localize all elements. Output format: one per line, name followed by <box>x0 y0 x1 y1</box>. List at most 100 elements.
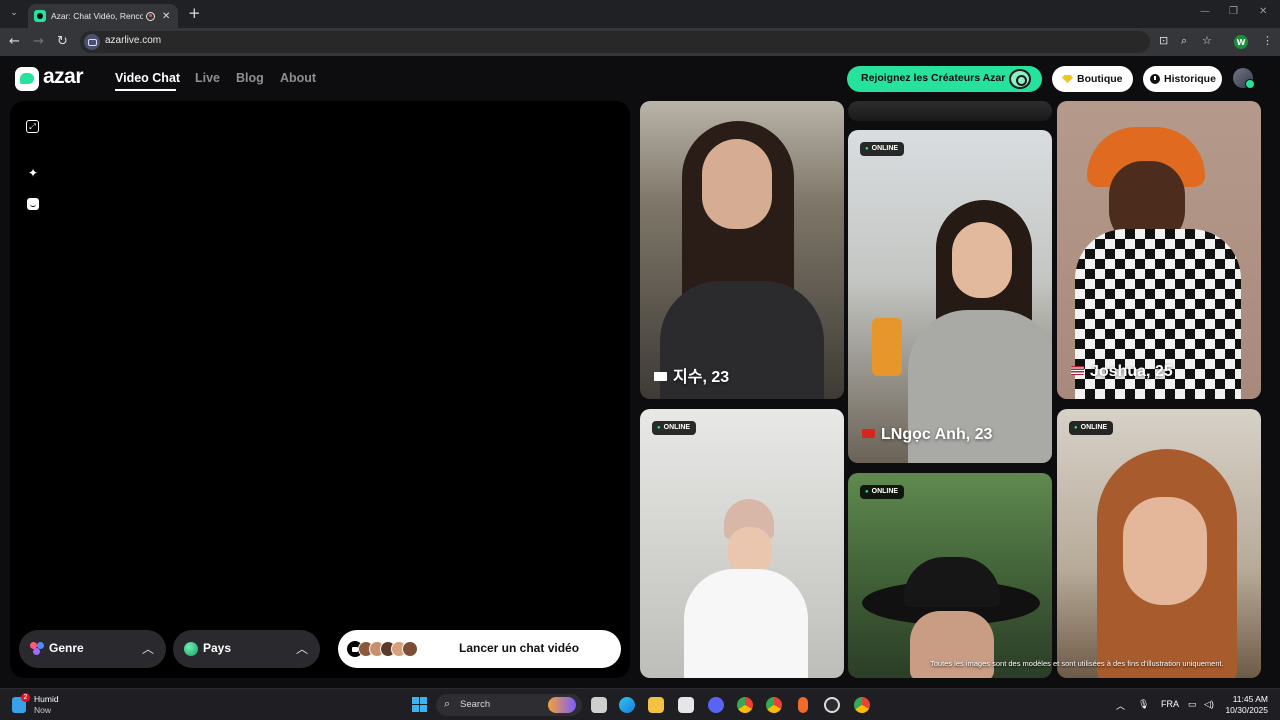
microphone-app-icon[interactable] <box>798 697 808 713</box>
volume-icon[interactable]: ◁) <box>1204 699 1214 710</box>
weather-badge: 2 <box>21 693 30 702</box>
chevron-up-icon: ︿ <box>295 642 308 656</box>
file-explorer-icon[interactable] <box>648 697 664 713</box>
online-badge: ONLINE <box>860 485 905 499</box>
edge-icon[interactable] <box>619 697 635 713</box>
face-shape <box>952 222 1012 298</box>
creators-mascot-icon <box>1009 69 1031 89</box>
network-icon[interactable]: ▭ <box>1188 699 1197 710</box>
restore-icon[interactable]: ❐ <box>1229 6 1238 17</box>
weather-title: Humid <box>34 694 59 704</box>
profile-card[interactable]: ONLINE LNgọc Anh, 23 <box>848 130 1052 463</box>
preview-face-5 <box>402 641 418 657</box>
windows-taskbar: 2 Humid Now ⌕ Search ︿ 🎙 FRA ▭ ◁) 11:45 … <box>0 688 1280 720</box>
join-creators-label: Rejoignez les Créateurs Azar <box>861 72 1006 84</box>
join-creators-button[interactable]: Rejoignez les Créateurs Azar <box>847 66 1042 92</box>
install-app-icon[interactable]: ⊡ <box>1159 34 1168 47</box>
windows-start-icon[interactable] <box>412 697 427 712</box>
gem-icon <box>1062 75 1073 83</box>
profile-card[interactable]: Joshua, 25 <box>1057 101 1261 399</box>
profile-name-text: 지수, 23 <box>673 369 730 386</box>
sparkle-effects-icon[interactable]: ✦ <box>26 166 40 180</box>
history-label: Historique <box>1164 73 1216 85</box>
gender-filter-label: Genre <box>49 641 84 655</box>
bookmark-star-icon[interactable]: ☆ <box>1202 34 1212 47</box>
online-badge: ONLINE <box>652 421 697 435</box>
task-view-icon[interactable] <box>591 697 607 713</box>
profile-name: LNgọc Anh, 23 <box>862 426 992 444</box>
chrome-icon[interactable] <box>737 697 753 713</box>
profile-card-partial[interactable] <box>848 101 1052 121</box>
forward-icon[interactable]: → <box>33 34 44 50</box>
close-window-icon[interactable]: ✕ <box>1259 6 1267 17</box>
start-video-chat-button[interactable]: Lancer un chat vidéo <box>338 630 621 668</box>
nav-about[interactable]: About <box>280 71 316 85</box>
globe-icon <box>184 642 198 656</box>
zoom-icon[interactable]: ⌕ <box>1181 34 1187 48</box>
search-highlight-icon <box>548 697 576 713</box>
new-tab-button[interactable]: + <box>188 5 201 21</box>
chevron-up-icon: ︿ <box>141 642 154 656</box>
site-info-icon[interactable] <box>84 34 100 50</box>
face-shape <box>1123 497 1207 605</box>
language-indicator[interactable]: FRA <box>1161 699 1179 709</box>
profile-card[interactable]: ONLINE <box>848 473 1052 678</box>
tray-mic-icon[interactable]: 🎙 <box>1138 699 1149 710</box>
history-button[interactable]: Historique <box>1143 66 1222 92</box>
start-video-chat-label: Lancer un chat vidéo <box>459 641 580 655</box>
azar-logo-icon[interactable] <box>15 67 39 91</box>
browser-tab[interactable]: Azar: Chat Vidéo, Rencontres ✕ <box>28 4 178 28</box>
browser-menu-icon[interactable]: ⋮ <box>1262 34 1273 47</box>
reload-icon[interactable]: ↻ <box>57 34 68 50</box>
profile-card[interactable]: 지수, 23 <box>640 101 844 399</box>
browser-toolbar: ← → ↻ azarlive.com <box>0 28 1280 56</box>
clock-time[interactable]: 11:45 AM <box>1233 694 1268 704</box>
face-shape <box>702 139 772 229</box>
azar-favicon-icon <box>34 10 46 22</box>
address-bar[interactable]: azarlive.com <box>80 31 1150 53</box>
profile-name-text: LNgọc Anh, 23 <box>881 426 993 443</box>
expand-icon[interactable] <box>26 120 39 133</box>
nav-live[interactable]: Live <box>195 71 220 85</box>
gender-icon <box>30 642 44 656</box>
flag-us-icon <box>1071 366 1084 375</box>
gender-filter-button[interactable]: Genre ︿ <box>19 630 166 668</box>
nav-video-chat[interactable]: Video Chat <box>115 71 180 85</box>
online-badge: ONLINE <box>860 142 905 156</box>
face-mask-icon[interactable] <box>27 198 39 210</box>
profile-name: 지수, 23 <box>654 363 729 387</box>
store-icon[interactable] <box>678 697 694 713</box>
azar-logo-text[interactable]: azar <box>43 65 84 89</box>
recording-icon <box>146 11 155 21</box>
country-filter-button[interactable]: Pays ︿ <box>173 630 320 668</box>
search-icon: ⌕ <box>444 698 451 710</box>
flag-vn-icon <box>862 429 875 438</box>
white-coat-shape <box>684 569 808 678</box>
obs-icon[interactable] <box>824 697 840 713</box>
shop-label: Boutique <box>1077 73 1123 85</box>
profile-card[interactable]: ONLINE <box>1057 409 1261 678</box>
clock-icon <box>1150 74 1160 84</box>
profile-name: Joshua, 25 <box>1071 363 1173 381</box>
tab-search-icon[interactable]: ⌄ <box>6 5 22 21</box>
tray-chevron-icon[interactable]: ︿ <box>1116 699 1125 712</box>
profile-name-text: Joshua, 25 <box>1090 363 1173 380</box>
chrome-profile-icon[interactable] <box>766 697 782 713</box>
clock-date[interactable]: 10/30/2025 <box>1225 705 1268 715</box>
minimize-icon[interactable]: — <box>1200 6 1210 17</box>
close-tab-icon[interactable]: ✕ <box>162 11 170 22</box>
profile-card[interactable]: ONLINE <box>640 409 844 678</box>
hat-crown-shape <box>904 557 1000 607</box>
flag-kr-icon <box>654 372 667 381</box>
taskbar-search[interactable]: ⌕ Search <box>436 694 582 716</box>
user-avatar[interactable] <box>1233 68 1255 89</box>
back-icon[interactable]: ← <box>9 34 20 50</box>
active-nav-underline <box>115 89 176 91</box>
shop-button[interactable]: Boutique <box>1052 66 1133 92</box>
discord-icon[interactable] <box>708 697 724 713</box>
browser-profile-avatar[interactable]: W <box>1234 35 1248 49</box>
country-filter-label: Pays <box>203 641 232 655</box>
nav-blog[interactable]: Blog <box>236 71 264 85</box>
url-text: azarlive.com <box>105 35 162 46</box>
chrome-active-icon[interactable] <box>854 697 870 713</box>
